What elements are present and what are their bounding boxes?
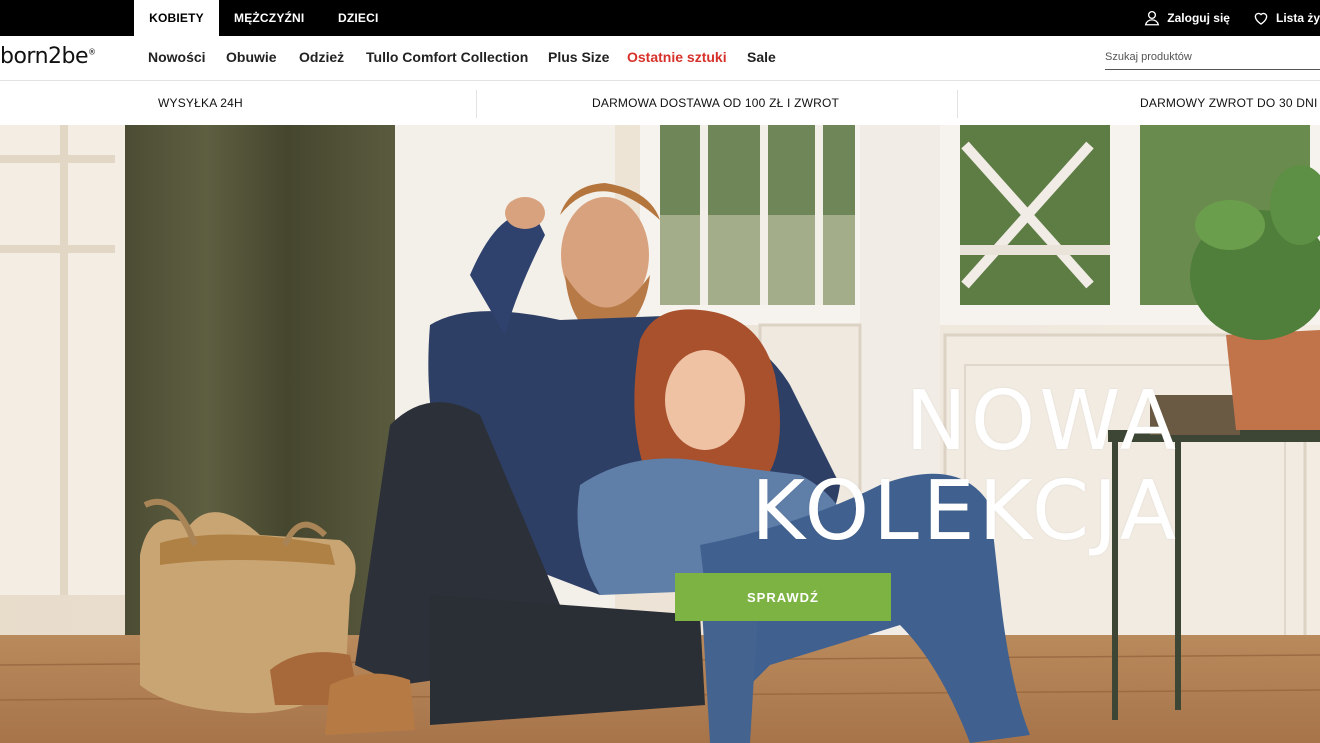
nav-item-sale[interactable]: Sale — [747, 49, 776, 65]
account-links: Zaloguj się Lista ży — [1121, 0, 1320, 36]
brand-logo[interactable]: born2be® — [0, 44, 96, 69]
login-link[interactable]: Zaloguj się — [1143, 9, 1230, 27]
top-bar: KOBIETY MĘŻCZYŹNI DZIECI Zaloguj się Lis… — [0, 0, 1320, 36]
wishlist-label: Lista ży — [1275, 11, 1320, 25]
tab-women[interactable]: KOBIETY — [134, 0, 219, 36]
nav-item-tullo[interactable]: Tullo Comfort Collection — [366, 49, 528, 65]
user-icon — [1145, 10, 1160, 26]
logo-text: born2be — [0, 44, 89, 69]
login-label: Zaloguj się — [1167, 11, 1230, 25]
heart-icon — [1254, 12, 1268, 25]
info-strip: WYSYŁKA 24H DARMOWA DOSTAWA OD 100 ZŁ I … — [0, 82, 1320, 125]
tab-kids[interactable]: DZIECI — [338, 0, 379, 36]
nav-item-obuwie[interactable]: Obuwie — [226, 49, 277, 65]
nav-item-odziez[interactable]: Odzież — [299, 49, 344, 65]
logo-mark: ® — [88, 47, 96, 57]
hero-banner[interactable]: NOWA KOLEKCJA SPRAWDŹ — [0, 125, 1320, 743]
nav-item-ostatnie-sztuki[interactable]: Ostatnie sztuki — [627, 49, 727, 65]
info-free-returns: DARMOWY ZWROT DO 30 DNI — [1140, 96, 1318, 110]
hero-title: NOWA KOLEKCJA — [660, 377, 1180, 557]
tab-men[interactable]: MĘŻCZYŹNI — [234, 0, 304, 36]
wishlist-link[interactable]: Lista ży — [1252, 9, 1320, 27]
info-free-delivery: DARMOWA DOSTAWA OD 100 ZŁ I ZWROT — [592, 96, 840, 110]
hero-title-line2: KOLEKCJA — [751, 464, 1180, 559]
info-shipping-24h: WYSYŁKA 24H — [158, 96, 243, 110]
main-nav: born2be® Nowości Obuwie Odzież Tullo Com… — [0, 36, 1320, 81]
divider — [957, 90, 958, 118]
divider — [476, 90, 477, 118]
nav-item-nowosci[interactable]: Nowości — [148, 49, 206, 65]
nav-item-plus-size[interactable]: Plus Size — [548, 49, 609, 65]
hero-cta-button[interactable]: SPRAWDŹ — [675, 573, 891, 621]
hero-title-line1: NOWA — [905, 374, 1180, 469]
search-input[interactable] — [1105, 44, 1320, 70]
